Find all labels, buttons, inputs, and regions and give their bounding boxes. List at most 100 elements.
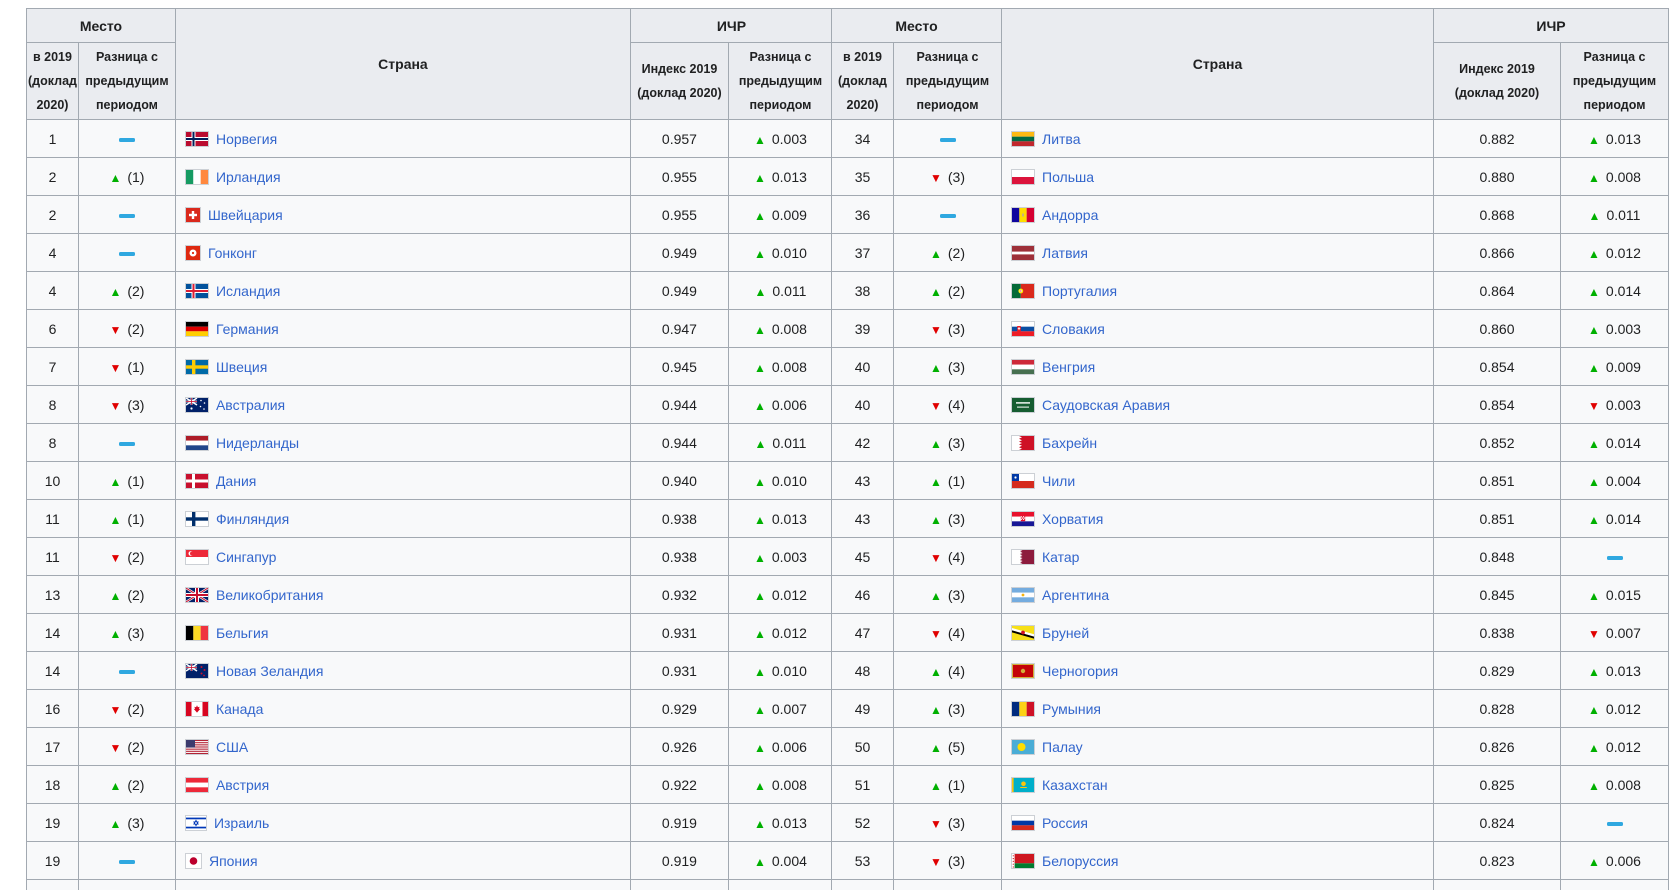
down-arrow-icon: ▼ xyxy=(109,323,121,337)
rank-change-cell: ▼(2) xyxy=(78,310,175,348)
country-link[interactable]: Россия xyxy=(1042,815,1088,831)
rank-cell: 46 xyxy=(832,576,894,614)
portugal-flag-icon xyxy=(1012,284,1034,298)
country-link[interactable]: Венгрия xyxy=(1042,359,1095,375)
country-link[interactable]: Аргентина xyxy=(1042,587,1109,603)
country-link[interactable]: Швейцария xyxy=(208,207,283,223)
country-link[interactable]: Андорра xyxy=(1042,207,1098,223)
hdi-table-left: Место Страна ИЧР в 2019 (доклад 2020) Ра… xyxy=(26,8,833,890)
hdi-index-cell: 0.860 xyxy=(1434,310,1561,348)
change-value: (3) xyxy=(948,435,965,451)
rank-change-cell: ▲(2) xyxy=(78,576,175,614)
country-link[interactable]: Дания xyxy=(216,473,256,489)
country-link[interactable]: Бруней xyxy=(1042,625,1089,641)
change-value: (2) xyxy=(127,777,144,793)
country-link[interactable]: Сингапур xyxy=(216,549,276,565)
hdi-index-cell: 0.938 xyxy=(630,500,728,538)
country-link[interactable]: Бахрейн xyxy=(1042,435,1097,451)
country-link[interactable]: Канада xyxy=(216,701,263,717)
country-link[interactable]: Новая Зеландия xyxy=(216,663,323,679)
rank-change-cell: ▼(4) xyxy=(894,538,1002,576)
country-link[interactable]: Швеция xyxy=(216,359,267,375)
saudiarabia-flag-icon xyxy=(1012,398,1034,412)
change-value: (3) xyxy=(948,359,965,375)
country-link[interactable]: Австрия xyxy=(216,777,269,793)
place-group-header: Место xyxy=(832,9,1002,43)
up-arrow-icon: ▲ xyxy=(109,285,121,299)
table-row: 46▲(3)Аргентина0.845▲0.015 xyxy=(832,576,1669,614)
table-row: 40▲(3)Венгрия0.854▲0.009 xyxy=(832,348,1669,386)
up-arrow-icon: ▲ xyxy=(754,475,766,489)
hdi-change-cell: ▲0.009 xyxy=(1561,348,1669,386)
ireland-flag-icon xyxy=(186,170,208,184)
up-arrow-icon: ▲ xyxy=(754,703,766,717)
country-link[interactable]: Палау xyxy=(1042,739,1083,755)
change-value: 0.011 xyxy=(772,435,806,451)
country-link[interactable]: Польша xyxy=(1042,169,1094,185)
country-link[interactable]: Катар xyxy=(1042,549,1079,565)
country-link[interactable]: Чили xyxy=(1042,473,1075,489)
austria-flag-icon xyxy=(186,778,208,792)
country-cell: Австрия xyxy=(175,766,630,804)
country-link[interactable]: Черногория xyxy=(1042,663,1118,679)
change-value: (3) xyxy=(948,169,965,185)
down-arrow-icon: ▼ xyxy=(1588,399,1600,413)
iceland-flag-icon xyxy=(186,284,208,298)
country-cell xyxy=(1002,880,1434,890)
rank-change-cell: ▲(2) xyxy=(894,234,1002,272)
rank-change-cell: ▲(3) xyxy=(78,804,175,842)
country-link[interactable]: Япония xyxy=(209,853,258,869)
andorra-flag-icon xyxy=(1012,208,1034,222)
change-value: (1) xyxy=(127,473,144,489)
country-link[interactable]: Саудовская Аравия xyxy=(1042,397,1170,413)
hdi-change-cell: ▲0.012 xyxy=(728,614,832,652)
country-link[interactable]: Финляндия xyxy=(216,511,289,527)
up-arrow-icon: ▲ xyxy=(930,779,942,793)
croatia-flag-icon xyxy=(1012,512,1034,526)
country-link[interactable]: Литва xyxy=(1042,131,1081,147)
up-arrow-icon: ▲ xyxy=(754,323,766,337)
change-value: 0.011 xyxy=(772,283,806,299)
table-row: 18▲(2)Австрия0.922▲0.008 xyxy=(27,766,833,804)
country-link[interactable]: Белоруссия xyxy=(1042,853,1119,869)
country-link[interactable]: Нидерланды xyxy=(216,435,299,451)
country-link[interactable]: Хорватия xyxy=(1042,511,1103,527)
country-link[interactable]: Португалия xyxy=(1042,283,1117,299)
up-arrow-icon: ▲ xyxy=(754,627,766,641)
rank-change-cell: ▲(1) xyxy=(78,462,175,500)
country-link[interactable]: Австралия xyxy=(216,397,285,413)
up-arrow-icon: ▲ xyxy=(754,247,766,261)
change-value: 0.014 xyxy=(1606,435,1641,451)
change-value: (3) xyxy=(948,587,965,603)
up-arrow-icon: ▲ xyxy=(109,513,121,527)
up-arrow-icon: ▲ xyxy=(754,133,766,147)
country-link[interactable]: Казахстан xyxy=(1042,777,1108,793)
country-link[interactable]: Румыния xyxy=(1042,701,1101,717)
table-row: 39▼(3)Словакия0.860▲0.003 xyxy=(832,310,1669,348)
country-link[interactable]: Израиль xyxy=(214,815,269,831)
country-link[interactable]: США xyxy=(216,739,248,755)
newzealand-flag-icon xyxy=(186,664,208,678)
country-link[interactable]: Великобритания xyxy=(216,587,324,603)
table-row: 36Андорра0.868▲0.011 xyxy=(832,196,1669,234)
country-link[interactable]: Латвия xyxy=(1042,245,1088,261)
table-row-partial: ▼ xyxy=(27,880,833,890)
country-link[interactable]: Бельгия xyxy=(216,625,268,641)
change-value: 0.004 xyxy=(772,853,807,869)
country-cell: Аргентина xyxy=(1002,576,1434,614)
country-link[interactable]: Ирландия xyxy=(216,169,281,185)
country-link[interactable]: Гонконг xyxy=(208,245,257,261)
hdi-index-cell: 0.852 xyxy=(1434,424,1561,462)
down-arrow-icon: ▼ xyxy=(930,627,942,641)
table-row: 19▲(3)Израиль0.919▲0.013 xyxy=(27,804,833,842)
country-link[interactable]: Германия xyxy=(216,321,279,337)
hdi-index-cell: 0.851 xyxy=(1434,500,1561,538)
rank-cell: 49 xyxy=(832,690,894,728)
country-link[interactable]: Исландия xyxy=(216,283,280,299)
table-row: 13▲(2)Великобритания0.932▲0.012 xyxy=(27,576,833,614)
up-arrow-icon: ▲ xyxy=(1588,589,1600,603)
up-arrow-icon: ▲ xyxy=(930,437,942,451)
country-link[interactable]: Словакия xyxy=(1042,321,1105,337)
rank-change-cell xyxy=(894,120,1002,158)
country-link[interactable]: Норвегия xyxy=(216,131,277,147)
